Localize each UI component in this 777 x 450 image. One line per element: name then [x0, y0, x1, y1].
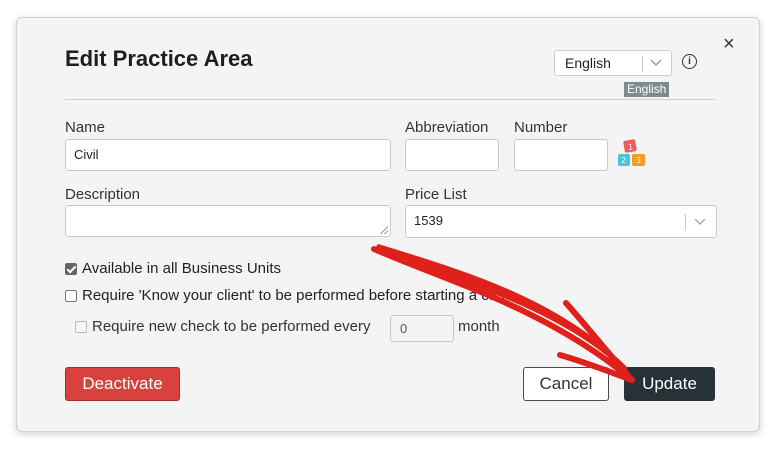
- require-new-check-label: Require new check to be performed every: [92, 318, 371, 335]
- abbreviation-label: Abbreviation: [405, 119, 489, 136]
- description-textarea[interactable]: [65, 205, 391, 237]
- number-input[interactable]: [514, 139, 608, 171]
- chevron-down-icon: [694, 212, 706, 243]
- dialog-title: Edit Practice Area: [65, 46, 253, 71]
- name-input[interactable]: Civil: [65, 139, 391, 171]
- info-icon[interactable]: i: [682, 54, 697, 69]
- cancel-button[interactable]: Cancel: [523, 367, 609, 401]
- svg-text:2: 2: [621, 156, 626, 165]
- deactivate-button[interactable]: Deactivate: [65, 367, 180, 401]
- name-label: Name: [65, 119, 106, 136]
- language-select-value: English: [565, 55, 611, 71]
- resize-handle-icon[interactable]: [380, 226, 388, 234]
- abbreviation-input[interactable]: [405, 139, 499, 171]
- close-icon[interactable]: ×: [723, 34, 735, 54]
- svg-text:1: 1: [628, 143, 633, 152]
- auto-number-icon[interactable]: 1 2 3: [617, 139, 647, 171]
- pricelist-select[interactable]: 1539: [405, 205, 717, 238]
- header-divider: [65, 99, 715, 100]
- pricelist-label: Price List: [405, 186, 467, 203]
- language-badge: English: [624, 82, 670, 97]
- months-unit-label: month: [458, 318, 500, 335]
- number-label: Number: [514, 119, 568, 136]
- require-kyc-label[interactable]: Require 'Know your client' to be perform…: [82, 287, 513, 304]
- language-select[interactable]: English: [554, 50, 672, 76]
- select-separator: [642, 56, 643, 72]
- available-all-units-label[interactable]: Available in all Business Units: [82, 260, 281, 277]
- svg-text:3: 3: [636, 156, 641, 165]
- require-new-check-checkbox[interactable]: [75, 321, 87, 333]
- edit-practice-area-dialog: Edit Practice Area × English i English N…: [16, 17, 760, 432]
- update-button[interactable]: Update: [624, 367, 715, 401]
- pricelist-value: 1539: [414, 213, 443, 228]
- months-input[interactable]: 0: [390, 315, 454, 342]
- require-kyc-checkbox[interactable]: [65, 290, 77, 302]
- available-all-units-checkbox[interactable]: [65, 263, 77, 275]
- chevron-down-icon: [650, 53, 662, 76]
- select-separator: [685, 214, 686, 230]
- description-label: Description: [65, 186, 141, 203]
